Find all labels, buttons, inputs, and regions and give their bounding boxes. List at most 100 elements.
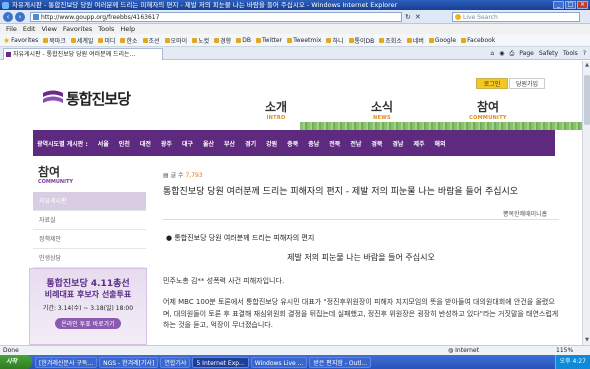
tab-active[interactable]: 자유게시판 - 통합진보당 당원 여러분께 드리는... [3,48,163,60]
login-button[interactable]: 로그인 [476,78,508,89]
region-link[interactable]: 울산 [203,139,214,148]
favorite-link[interactable]: DB [236,37,251,44]
region-link[interactable]: 부산 [224,139,235,148]
region-link[interactable]: 충남 [308,139,319,148]
scroll-up-icon[interactable]: ▲ [584,62,590,69]
page-icon [33,14,39,20]
region-link[interactable]: 제주 [413,139,424,148]
region-link[interactable]: 강원 [266,139,277,148]
nav-news[interactable]: 소식 NEWS [352,98,412,121]
address-input[interactable]: http://www.goupp.org/freebbs/4163617 [30,12,402,22]
favorite-link-label: DB [242,36,251,44]
region-link[interactable]: 경북 [371,139,382,148]
region-link[interactable]: 경남 [392,139,403,148]
region-link[interactable]: 대구 [182,139,193,148]
region-board-label: 광역시도별 게시판 : [37,140,88,148]
print-icon[interactable]: ⎙ [509,48,514,59]
favorite-link-label: 네버 [412,37,424,45]
favorite-link[interactable]: 한소 [120,36,138,45]
taskbar-item[interactable]: NGS - 한겨레[기사] [99,356,159,368]
minimize-button[interactable]: _ [553,1,564,9]
home-icon[interactable]: ⌂ [490,48,494,59]
favorite-link-label: Facebook [467,36,496,44]
bookmark-icon [461,37,467,43]
region-link[interactable]: 경기 [245,139,256,148]
vote-promo-banner[interactable]: 통합진보당 4.11총선 비례대표 후보자 선출투표 기간: 3.14(수) ~… [29,268,147,345]
post-author[interactable]: 뽕복한쾌때미니홉 [503,209,547,218]
region-link[interactable]: 대전 [140,139,151,148]
region-link[interactable]: 인천 [119,139,130,148]
scroll-down-icon[interactable]: ▼ [584,337,590,344]
refresh-icon[interactable]: ↻ [405,12,411,22]
favorite-link-label: Tweetmix [293,36,322,44]
start-button[interactable]: 시작 [0,355,32,369]
favorite-link[interactable]: Google [428,37,456,44]
close-button[interactable]: × [577,1,588,9]
menu-help[interactable]: Help [120,24,135,34]
taskbar-item[interactable]: Windows Live ... [250,356,308,368]
favorite-link[interactable]: Twitter [255,37,282,44]
star-icon: ★ [3,35,11,45]
region-link[interactable]: 전남 [350,139,361,148]
stop-icon[interactable]: ✕ [415,12,421,22]
safety-menu[interactable]: Safety [539,48,558,59]
nav-intro[interactable]: 소개 INTRO [246,98,306,121]
search-input[interactable]: Live Search [452,12,580,22]
taskbar-item[interactable]: 연합기사 [160,356,191,368]
favorite-link[interactable]: 북마크 [43,36,66,45]
favorites-button[interactable]: ★ Favorites [3,36,38,45]
favorite-link[interactable]: 네버 [406,36,424,45]
favorite-link[interactable]: Tweetmix [287,37,321,44]
favorite-link[interactable]: 노컷 [192,36,209,45]
feeds-icon[interactable]: ◉ [499,48,504,59]
promo-line2: 비례대표 후보자 선출투표 [44,290,132,299]
back-button[interactable]: ‹ [3,12,13,22]
address-url: http://www.goupp.org/freebbs/4163617 [41,14,160,21]
nav-community[interactable]: 참여 COMMUNITY [458,98,518,121]
taskbar-item[interactable]: 받은 편지함 - Outl... [309,356,372,368]
tools-menu[interactable]: Tools [563,48,578,59]
favorite-link[interactable]: 하니 [326,36,344,45]
region-link[interactable]: 전북 [329,139,340,148]
menu-favorites[interactable]: Favorites [63,24,92,34]
bookmark-icon [120,37,126,43]
region-link[interactable]: 광주 [161,139,172,148]
favorite-link[interactable]: 오마이 [164,36,188,45]
region-link[interactable]: 해외 [435,139,446,148]
bookmark-icon [70,37,76,43]
favorite-link-label: 오마이 [170,37,188,45]
sidebar-item-free-board[interactable]: 자유게시판 [33,192,146,211]
taskbar-item[interactable]: [한겨레신문사 구독... [35,356,98,368]
menu-view[interactable]: View [41,24,56,34]
bookmark-icon [142,37,148,43]
favorite-link[interactable]: Facebook [461,37,495,44]
maximize-button[interactable]: □ [565,1,576,9]
page-menu[interactable]: Page [519,48,534,59]
join-button[interactable]: 당원가입 [509,78,545,89]
region-link[interactable]: 충북 [287,139,298,148]
menu-file[interactable]: File [6,24,17,34]
favorite-link[interactable]: 조선 [142,36,160,45]
sidebar-title: 참여 [38,165,61,179]
menu-tools[interactable]: Tools [98,24,114,34]
help-icon[interactable]: ? [583,48,586,59]
favorite-link[interactable]: 미디 [98,36,115,45]
favorite-link[interactable]: 통이DB [348,36,374,45]
taskbar-item[interactable]: 5 Internet Exp... [192,356,249,368]
forward-button[interactable]: › [15,12,25,22]
sidebar-item-consult[interactable]: 민생상담 [33,249,146,268]
favorite-link[interactable]: 경향 [214,36,231,45]
menu-edit[interactable]: Edit [23,24,36,34]
favorite-link[interactable]: 조회소 [379,36,402,45]
site-logo[interactable]: 통합진보당 [66,88,131,109]
sidebar-item-archive[interactable]: 자료실 [33,211,146,230]
online-vote-button[interactable]: 온라인 투표 바로가기 [55,318,121,329]
region-link[interactable]: 서울 [98,139,109,148]
favorite-link[interactable]: 세계일 [70,36,93,45]
views-label: 글 수 [170,172,184,179]
system-tray-clock[interactable]: 오후 4:27 [554,355,590,369]
vertical-scrollbar[interactable]: ▲ ▼ [582,61,590,345]
sidebar-item-policy[interactable]: 정책제안 [33,230,146,249]
party-logo-icon [43,90,63,103]
scroll-thumb[interactable] [584,75,590,125]
